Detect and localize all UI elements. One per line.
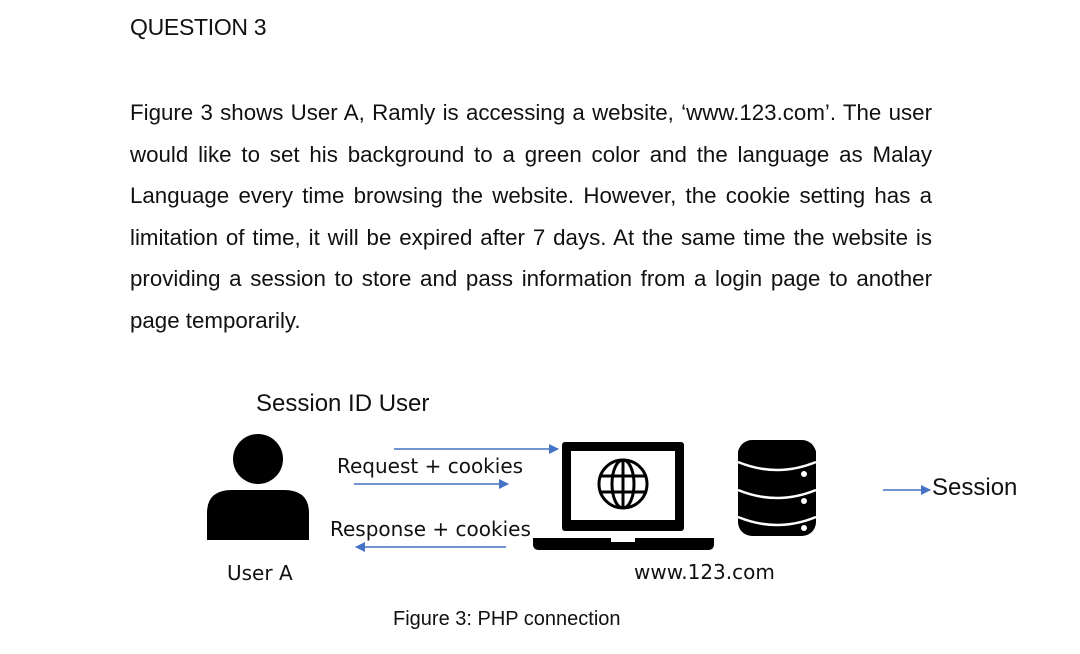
website-label: www.123.com — [634, 560, 775, 584]
request-label: Request + cookies — [337, 454, 524, 478]
database-icon — [737, 440, 817, 536]
user-label: User A — [227, 561, 293, 585]
user-icon — [207, 434, 309, 540]
figure-diagram — [207, 434, 931, 552]
figure-caption: Figure 3: PHP connection — [393, 608, 621, 630]
response-label: Response + cookies — [330, 517, 531, 541]
session-legend-label: Session — [932, 474, 1018, 501]
session-id-label: Session ID User — [256, 390, 430, 417]
